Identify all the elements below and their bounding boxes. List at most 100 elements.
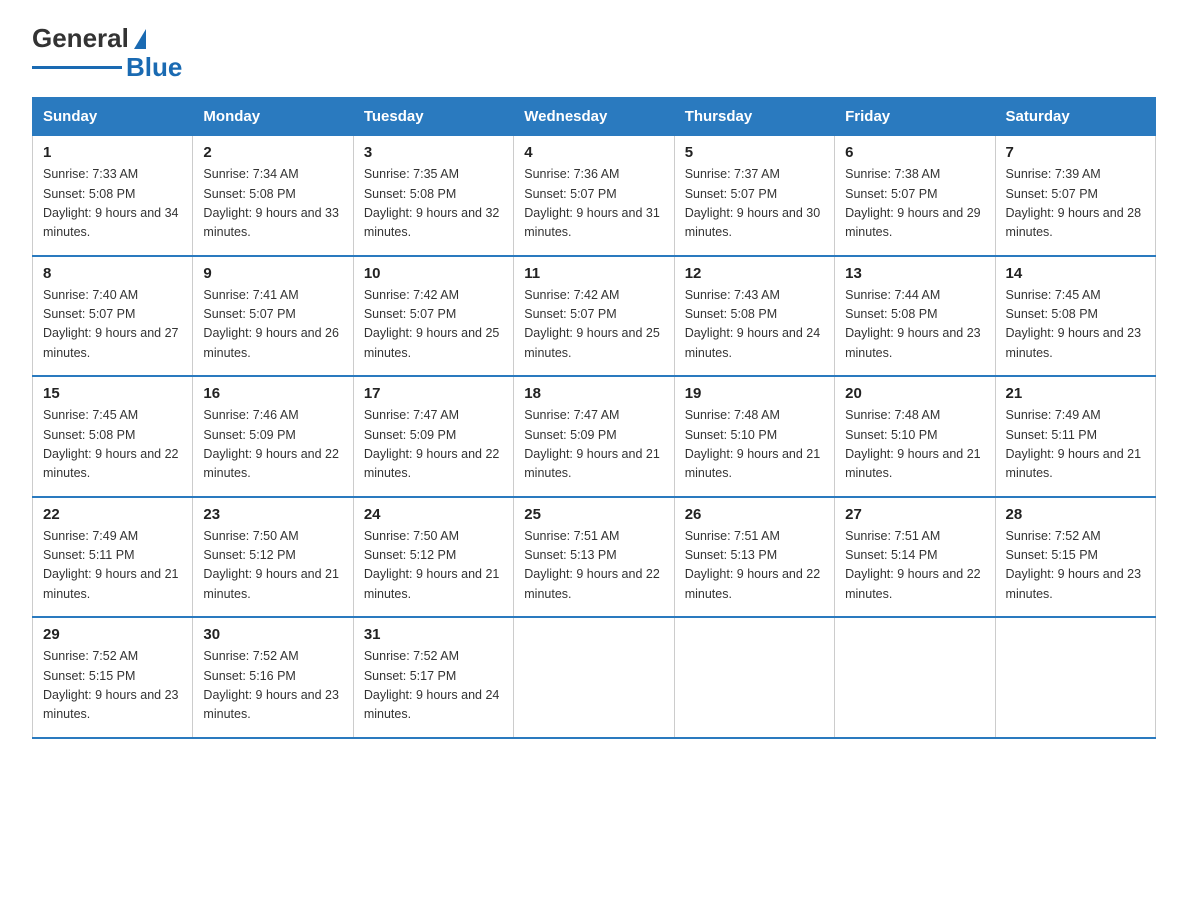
calendar-cell: 31 Sunrise: 7:52 AMSunset: 5:17 PMDayligh… [353,617,513,738]
calendar-cell: 7 Sunrise: 7:39 AMSunset: 5:07 PMDaylight… [995,136,1155,256]
day-number: 28 [1006,506,1145,523]
day-info: Sunrise: 7:47 AMSunset: 5:09 PMDaylight:… [524,408,660,480]
day-number: 19 [685,385,824,402]
day-number: 24 [364,506,503,523]
day-info: Sunrise: 7:46 AMSunset: 5:09 PMDaylight:… [203,408,339,480]
day-info: Sunrise: 7:42 AMSunset: 5:07 PMDaylight:… [364,288,500,360]
calendar-cell: 5 Sunrise: 7:37 AMSunset: 5:07 PMDaylight… [674,136,834,256]
logo-general: General [32,24,129,53]
day-number: 3 [364,144,503,161]
day-number: 5 [685,144,824,161]
calendar-cell: 17 Sunrise: 7:47 AMSunset: 5:09 PMDayligh… [353,376,513,497]
day-info: Sunrise: 7:43 AMSunset: 5:08 PMDaylight:… [685,288,821,360]
calendar-cell [835,617,995,738]
day-number: 27 [845,506,984,523]
weekday-header-thursday: Thursday [674,98,834,136]
calendar-cell: 22Sunrise: 7:49 AMSunset: 5:11 PMDayligh… [33,497,193,618]
day-number: 20 [845,385,984,402]
day-info: Sunrise: 7:45 AMSunset: 5:08 PMDaylight:… [43,408,179,480]
calendar-cell: 23 Sunrise: 7:50 AMSunset: 5:12 PMDayligh… [193,497,353,618]
calendar-cell: 25 Sunrise: 7:51 AMSunset: 5:13 PMDayligh… [514,497,674,618]
day-number: 4 [524,144,663,161]
day-number: 2 [203,144,342,161]
day-info: Sunrise: 7:52 AMSunset: 5:17 PMDaylight:… [364,649,500,721]
calendar-cell: 6 Sunrise: 7:38 AMSunset: 5:07 PMDaylight… [835,136,995,256]
logo: General Blue [32,24,182,81]
day-number: 21 [1006,385,1145,402]
day-info: Sunrise: 7:51 AMSunset: 5:14 PMDaylight:… [845,529,981,601]
day-number: 17 [364,385,503,402]
calendar-cell: 1 Sunrise: 7:33 AMSunset: 5:08 PMDaylight… [33,136,193,256]
day-info: Sunrise: 7:50 AMSunset: 5:12 PMDaylight:… [203,529,339,601]
day-number: 7 [1006,144,1145,161]
day-number: 10 [364,265,503,282]
day-number: 14 [1006,265,1145,282]
day-info: Sunrise: 7:37 AMSunset: 5:07 PMDaylight:… [685,167,821,239]
calendar-cell: 11 Sunrise: 7:42 AMSunset: 5:07 PMDayligh… [514,256,674,377]
week-row-2: 8Sunrise: 7:40 AMSunset: 5:07 PMDaylight… [33,256,1156,377]
day-info: Sunrise: 7:35 AMSunset: 5:08 PMDaylight:… [364,167,500,239]
day-info: Sunrise: 7:51 AMSunset: 5:13 PMDaylight:… [685,529,821,601]
day-number: 13 [845,265,984,282]
day-info: Sunrise: 7:50 AMSunset: 5:12 PMDaylight:… [364,529,500,601]
calendar-cell: 9 Sunrise: 7:41 AMSunset: 5:07 PMDaylight… [193,256,353,377]
week-row-5: 29Sunrise: 7:52 AMSunset: 5:15 PMDayligh… [33,617,1156,738]
calendar-cell [514,617,674,738]
logo-blue: Blue [122,53,182,82]
day-number: 16 [203,385,342,402]
day-info: Sunrise: 7:48 AMSunset: 5:10 PMDaylight:… [845,408,981,480]
calendar-cell: 12 Sunrise: 7:43 AMSunset: 5:08 PMDayligh… [674,256,834,377]
calendar-cell: 4 Sunrise: 7:36 AMSunset: 5:07 PMDaylight… [514,136,674,256]
day-number: 11 [524,265,663,282]
calendar-cell: 10 Sunrise: 7:42 AMSunset: 5:07 PMDayligh… [353,256,513,377]
calendar-cell: 8Sunrise: 7:40 AMSunset: 5:07 PMDaylight… [33,256,193,377]
day-number: 1 [43,144,182,161]
day-info: Sunrise: 7:52 AMSunset: 5:15 PMDaylight:… [1006,529,1142,601]
weekday-header-monday: Monday [193,98,353,136]
day-info: Sunrise: 7:36 AMSunset: 5:07 PMDaylight:… [524,167,660,239]
calendar-cell: 20 Sunrise: 7:48 AMSunset: 5:10 PMDayligh… [835,376,995,497]
weekday-header-sunday: Sunday [33,98,193,136]
calendar-cell [674,617,834,738]
calendar-cell: 13 Sunrise: 7:44 AMSunset: 5:08 PMDayligh… [835,256,995,377]
day-number: 6 [845,144,984,161]
day-info: Sunrise: 7:42 AMSunset: 5:07 PMDaylight:… [524,288,660,360]
day-info: Sunrise: 7:48 AMSunset: 5:10 PMDaylight:… [685,408,821,480]
day-number: 15 [43,385,182,402]
day-number: 23 [203,506,342,523]
day-info: Sunrise: 7:33 AMSunset: 5:08 PMDaylight:… [43,167,179,239]
day-info: Sunrise: 7:52 AMSunset: 5:16 PMDaylight:… [203,649,339,721]
calendar-cell: 30Sunrise: 7:52 AMSunset: 5:16 PMDayligh… [193,617,353,738]
day-info: Sunrise: 7:39 AMSunset: 5:07 PMDaylight:… [1006,167,1142,239]
calendar-cell: 15 Sunrise: 7:45 AMSunset: 5:08 PMDayligh… [33,376,193,497]
day-info: Sunrise: 7:52 AMSunset: 5:15 PMDaylight:… [43,649,179,721]
weekday-header-row: SundayMondayTuesdayWednesdayThursdayFrid… [33,98,1156,136]
day-info: Sunrise: 7:34 AMSunset: 5:08 PMDaylight:… [203,167,339,239]
day-number: 22 [43,506,182,523]
week-row-1: 1 Sunrise: 7:33 AMSunset: 5:08 PMDaylight… [33,136,1156,256]
calendar-cell: 29Sunrise: 7:52 AMSunset: 5:15 PMDayligh… [33,617,193,738]
day-info: Sunrise: 7:44 AMSunset: 5:08 PMDaylight:… [845,288,981,360]
calendar-cell: 18Sunrise: 7:47 AMSunset: 5:09 PMDayligh… [514,376,674,497]
page-header: General Blue [32,24,1156,81]
calendar-table: SundayMondayTuesdayWednesdayThursdayFrid… [32,97,1156,739]
weekday-header-wednesday: Wednesday [514,98,674,136]
week-row-3: 15 Sunrise: 7:45 AMSunset: 5:08 PMDayligh… [33,376,1156,497]
calendar-cell [995,617,1155,738]
day-number: 9 [203,265,342,282]
calendar-cell: 16 Sunrise: 7:46 AMSunset: 5:09 PMDayligh… [193,376,353,497]
day-number: 12 [685,265,824,282]
week-row-4: 22Sunrise: 7:49 AMSunset: 5:11 PMDayligh… [33,497,1156,618]
day-info: Sunrise: 7:51 AMSunset: 5:13 PMDaylight:… [524,529,660,601]
weekday-header-tuesday: Tuesday [353,98,513,136]
calendar-cell: 21Sunrise: 7:49 AMSunset: 5:11 PMDayligh… [995,376,1155,497]
day-number: 26 [685,506,824,523]
day-number: 31 [364,626,503,643]
calendar-cell: 26 Sunrise: 7:51 AMSunset: 5:13 PMDayligh… [674,497,834,618]
day-info: Sunrise: 7:38 AMSunset: 5:07 PMDaylight:… [845,167,981,239]
day-info: Sunrise: 7:47 AMSunset: 5:09 PMDaylight:… [364,408,500,480]
day-info: Sunrise: 7:41 AMSunset: 5:07 PMDaylight:… [203,288,339,360]
day-number: 25 [524,506,663,523]
weekday-header-friday: Friday [835,98,995,136]
calendar-cell: 27 Sunrise: 7:51 AMSunset: 5:14 PMDayligh… [835,497,995,618]
